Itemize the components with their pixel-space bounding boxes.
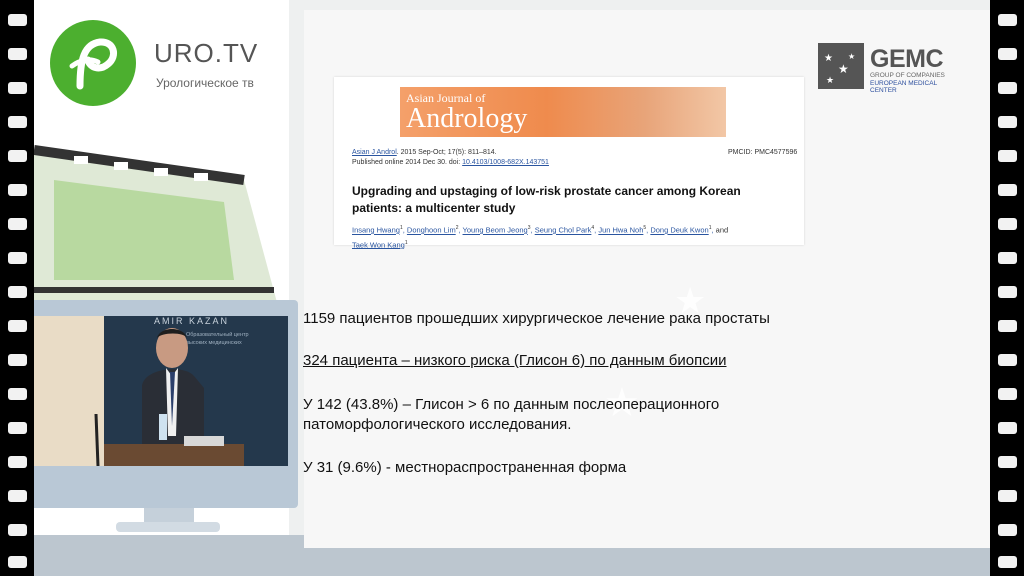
gemc-name: GEMC xyxy=(870,45,944,73)
journal-name-big: Andrology xyxy=(406,103,528,134)
film-hole xyxy=(8,456,27,468)
published-prefix: Published online 2014 Dec 30. doi: xyxy=(352,159,463,166)
slide-line-4: У 31 (9.6%) - местнораспространенная фор… xyxy=(303,459,627,476)
brand-title: URO.TV xyxy=(154,38,259,68)
film-hole xyxy=(8,320,27,332)
film-hole xyxy=(998,524,1017,536)
film-hole xyxy=(998,150,1017,162)
film-hole xyxy=(8,556,27,568)
journal-banner: Asian Journal of Andrology xyxy=(400,87,726,137)
film-hole xyxy=(998,556,1017,568)
film-hole xyxy=(998,456,1017,468)
film-reel-decoration-icon xyxy=(34,145,279,310)
film-hole xyxy=(998,354,1017,366)
film-hole xyxy=(998,490,1017,502)
author-link[interactable]: Jun Hwa Noh xyxy=(598,226,643,235)
backdrop-text: AMIR KAZAN xyxy=(154,316,229,326)
svg-text:★: ★ xyxy=(826,75,834,85)
film-hole xyxy=(998,286,1017,298)
article-title: Upgrading and upstaging of low-risk pros… xyxy=(352,184,741,215)
film-hole xyxy=(8,388,27,400)
stars-logo-icon: ★ ★ ★ ★ xyxy=(818,43,864,89)
author-link[interactable]: Insang Hwang xyxy=(352,226,400,235)
film-hole xyxy=(998,320,1017,332)
brand-subtitle: Урологическое тв xyxy=(156,76,254,90)
film-hole xyxy=(998,82,1017,94)
pmcid: PMCID: PMC4577596 xyxy=(728,149,798,156)
film-hole xyxy=(8,184,27,196)
uro-tv-logo-icon xyxy=(50,20,136,106)
film-hole xyxy=(8,490,27,502)
speaker-video[interactable]: AMIR KAZAN Образовательный центр высоких… xyxy=(34,316,288,466)
doi-link[interactable]: 10.4103/1008-682X.143751 xyxy=(462,159,549,166)
film-hole xyxy=(8,252,27,264)
citation-line: Asian J Androl. 2015 Sep-Oct; 17(5): 811… xyxy=(352,149,497,156)
film-hole xyxy=(998,184,1017,196)
film-hole xyxy=(8,82,27,94)
film-hole xyxy=(998,48,1017,60)
film-hole xyxy=(8,524,27,536)
author-link[interactable]: Donghoon Lim xyxy=(407,226,456,235)
slide-line-3a: У 142 (43.8%) – Глисон > 6 по данным пос… xyxy=(303,396,720,413)
backdrop-line-2: высоких медицинских xyxy=(186,340,242,346)
backdrop-line-1: Образовательный центр xyxy=(186,331,249,338)
published-line: Published online 2014 Dec 30. doi: 10.41… xyxy=(352,159,549,166)
film-hole xyxy=(8,116,27,128)
film-hole xyxy=(8,150,27,162)
author-link[interactable]: Dong Deuk Kwon xyxy=(650,226,708,235)
film-hole xyxy=(998,252,1017,264)
citation-link[interactable]: Asian J Androl xyxy=(352,149,397,156)
gemc-logo: ★ ★ ★ ★ GEMC GROUP OF COMPANIES EUROPEAN… xyxy=(818,43,958,94)
gemc-subtitle-2: EUROPEAN MEDICAL CENTER xyxy=(870,80,937,94)
gemc-subtitle-1: GROUP OF COMPANIES xyxy=(870,72,945,79)
film-hole xyxy=(998,116,1017,128)
svg-text:★: ★ xyxy=(824,53,833,64)
monitor-base xyxy=(116,522,220,532)
slide-line-1: 1159 пациентов прошедших хирургическое л… xyxy=(303,310,770,327)
and-word: and xyxy=(715,225,729,235)
film-hole xyxy=(8,286,27,298)
slide-line-2: 324 пациента – низкого риска (Глисон 6) … xyxy=(303,352,727,369)
film-hole xyxy=(998,422,1017,434)
film-hole xyxy=(8,14,27,26)
film-hole xyxy=(8,48,27,60)
author-link[interactable]: Taek Won Kang xyxy=(352,240,405,249)
author-list: Insang Hwang1, Donghoon Lim2, Young Beom… xyxy=(352,225,729,249)
author-link[interactable]: Seung Chol Park xyxy=(535,226,592,235)
film-hole xyxy=(8,218,27,230)
author-link[interactable]: Young Beom Jeong xyxy=(463,226,528,235)
film-hole xyxy=(998,14,1017,26)
film-hole xyxy=(8,422,27,434)
film-hole xyxy=(998,218,1017,230)
film-hole xyxy=(8,354,27,366)
svg-text:★: ★ xyxy=(838,62,849,76)
film-strip-right xyxy=(990,0,1024,576)
svg-text:★: ★ xyxy=(848,52,855,61)
film-hole xyxy=(998,388,1017,400)
film-strip-left xyxy=(0,0,34,576)
citation-details: . 2015 Sep-Oct; 17(5): 811–814. xyxy=(396,149,497,156)
slide-line-3b: патоморфологического исследования. xyxy=(303,416,572,433)
article-header-image: Asian Journal of Andrology Asian J Andro… xyxy=(334,77,804,249)
